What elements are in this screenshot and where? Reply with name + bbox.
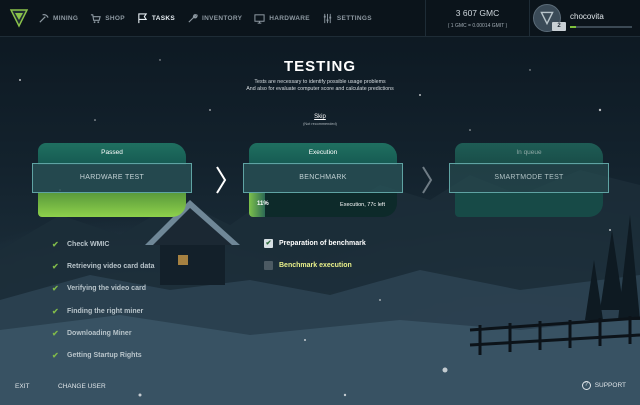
checkbox-unchecked — [264, 260, 273, 270]
checkmark-icon: ✔ — [52, 351, 59, 361]
checkmark-icon: ✔ — [52, 328, 59, 338]
list-item: ✔ Preparation of benchmark — [264, 232, 366, 254]
stage-queue-bar — [455, 193, 603, 217]
xp-progress-bar — [570, 26, 632, 28]
list-item: ✔ Retrieving video card data — [52, 255, 155, 277]
monitor-icon — [254, 13, 265, 24]
gmc-balance: 3 607 GMC — [455, 8, 500, 18]
nav-settings[interactable]: SETTINGS — [322, 13, 372, 24]
main-nav: MINING SHOP TASKS INVENTORY HARDWARE SET… — [38, 0, 384, 37]
nav-label: INVENTORY — [201, 14, 243, 22]
nav-inventory[interactable]: INVENTORY — [187, 13, 242, 24]
xp-progress-fill — [570, 26, 577, 28]
nav-label: SETTINGS — [336, 14, 372, 22]
check-label: Getting Startup Rights — [67, 352, 142, 360]
balance-panel: 3 607 GMC ( 1 GMC = 0.00014 GMIT ) — [425, 0, 530, 37]
stage-status: Execution — [249, 143, 397, 165]
check-label: Check WMIC — [67, 240, 110, 248]
skip-link[interactable]: Skip — [0, 114, 640, 120]
list-item: ✔ Check WMIC — [52, 233, 155, 255]
nav-shop[interactable]: SHOP — [90, 13, 125, 24]
cart-icon — [91, 13, 102, 23]
checkmark-icon: ✔ — [52, 261, 59, 271]
stage-benchmark: Execution BENCHMARK 11% Execution, 77c l… — [243, 143, 403, 217]
username: chocovita — [570, 12, 604, 21]
nav-label: TASKS — [151, 14, 175, 22]
hardware-checklist: ✔ Check WMIC ✔ Retrieving video card data … — [52, 233, 155, 367]
pickaxe-icon — [39, 13, 49, 23]
wrench-icon — [188, 13, 198, 23]
top-bar: MINING SHOP TASKS INVENTORY HARDWARE SET… — [0, 0, 640, 37]
checkmark-icon: ✔ — [52, 239, 59, 249]
checkmark-icon: ✔ — [52, 284, 59, 294]
skip-note: (Not recommended) — [303, 122, 337, 126]
nav-hardware[interactable]: HARDWARE — [254, 13, 310, 24]
check-label: Finding the right miner — [67, 307, 144, 315]
nav-label: HARDWARE — [269, 14, 310, 22]
benchmark-steps: ✔ Preparation of benchmark Benchmark exe… — [264, 232, 366, 276]
stage-smartmode-test: In queue SMARTMODE TEST — [449, 143, 609, 217]
support-button[interactable]: ? SUPPORT — [581, 381, 626, 390]
user-level-badge: 2 — [552, 22, 566, 31]
stage-name: HARDWARE TEST — [32, 163, 192, 193]
checkmark-icon: ✔ — [52, 306, 59, 316]
stage-status: Passed — [38, 143, 186, 165]
list-item: Benchmark execution — [264, 254, 366, 276]
chevron-right-icon — [216, 166, 227, 194]
benchmark-percent: 11% — [257, 201, 269, 207]
question-icon: ? — [581, 381, 591, 390]
exit-button[interactable]: EXIT — [15, 383, 29, 390]
stage-hardware-test: Passed HARDWARE TEST — [32, 143, 192, 217]
page-description-line1: Tests are necessary to identify possible… — [254, 79, 386, 85]
flag-icon — [138, 12, 148, 23]
stage-name: SMARTMODE TEST — [449, 163, 609, 193]
chevron-right-icon — [422, 166, 433, 194]
nav-label: SHOP — [105, 14, 125, 22]
app-logo[interactable] — [0, 0, 38, 37]
nav-mining[interactable]: MINING — [38, 13, 78, 24]
page-title: TESTING — [283, 58, 356, 75]
nav-tasks[interactable]: TASKS — [137, 12, 175, 24]
exchange-rate: ( 1 GMC = 0.00014 GMIT ) — [447, 23, 508, 29]
benchmark-progress-bar: 11% Execution, 77c left — [249, 193, 397, 217]
stage-complete-bar — [38, 193, 186, 217]
check-label: Verifying the video card — [67, 285, 146, 293]
support-label: SUPPORT — [594, 382, 626, 389]
checkbox-checked: ✔ — [264, 238, 273, 248]
check-label: Downloading Miner — [67, 329, 132, 337]
page-description-line2: And also for evaluate computer score and… — [246, 86, 394, 92]
benchmark-eta: Execution, 77c left — [340, 202, 385, 208]
nav-label: MINING — [53, 14, 79, 22]
list-item: ✔ Verifying the video card — [52, 278, 155, 300]
user-panel[interactable]: 2 chocovita — [530, 0, 640, 37]
check-label: Retrieving video card data — [67, 262, 155, 270]
list-item: ✔ Finding the right miner — [52, 300, 155, 322]
sliders-icon — [323, 13, 332, 23]
stage-name: BENCHMARK — [243, 163, 403, 193]
step-label: Benchmark execution — [279, 261, 352, 269]
step-label: Preparation of benchmark — [279, 239, 366, 247]
list-item: ✔ Getting Startup Rights — [52, 344, 155, 366]
stage-status: In queue — [455, 143, 603, 165]
list-item: ✔ Downloading Miner — [52, 322, 155, 344]
logo-icon — [9, 9, 29, 28]
change-user-button[interactable]: CHANGE USER — [58, 383, 106, 390]
